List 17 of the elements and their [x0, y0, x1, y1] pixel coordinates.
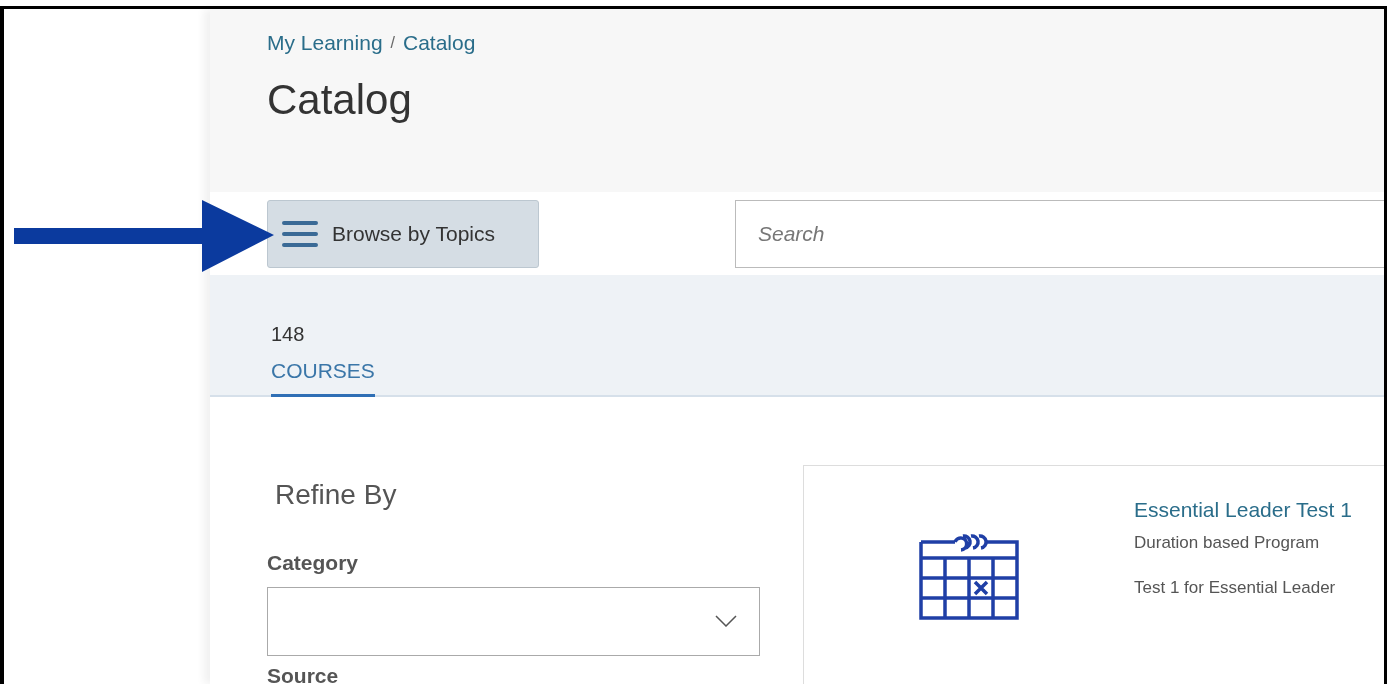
filter-label: Source — [267, 662, 340, 684]
filter-label: Category — [267, 550, 360, 576]
breadcrumb-separator: / — [390, 32, 395, 53]
browse-button[interactable]: Browse by Topics — [267, 199, 539, 268]
course-card[interactable]: Essential Leader Test 1 Duration based Program Test 1 for Essential Leader — [803, 465, 1384, 684]
breadcrumb-link[interactable]: Catalog — [403, 27, 476, 59]
chevron-down-icon — [715, 615, 737, 627]
filter-dropdown[interactable] — [267, 586, 760, 656]
page-title: Catalog — [267, 78, 413, 121]
breadcrumb-link[interactable]: My Learning — [267, 27, 383, 59]
course-type: Duration based Program — [1134, 531, 1321, 554]
course-title[interactable]: Essential Leader Test 1 — [1134, 494, 1352, 526]
courses-tab[interactable]: 148 COURSES — [271, 319, 375, 397]
menu-icon — [282, 219, 318, 248]
refine-title: Refine By — [274, 481, 398, 509]
search-field[interactable]: Search — [735, 199, 1384, 268]
course-description: Test 1 for Essential Leader — [1134, 577, 1337, 599]
